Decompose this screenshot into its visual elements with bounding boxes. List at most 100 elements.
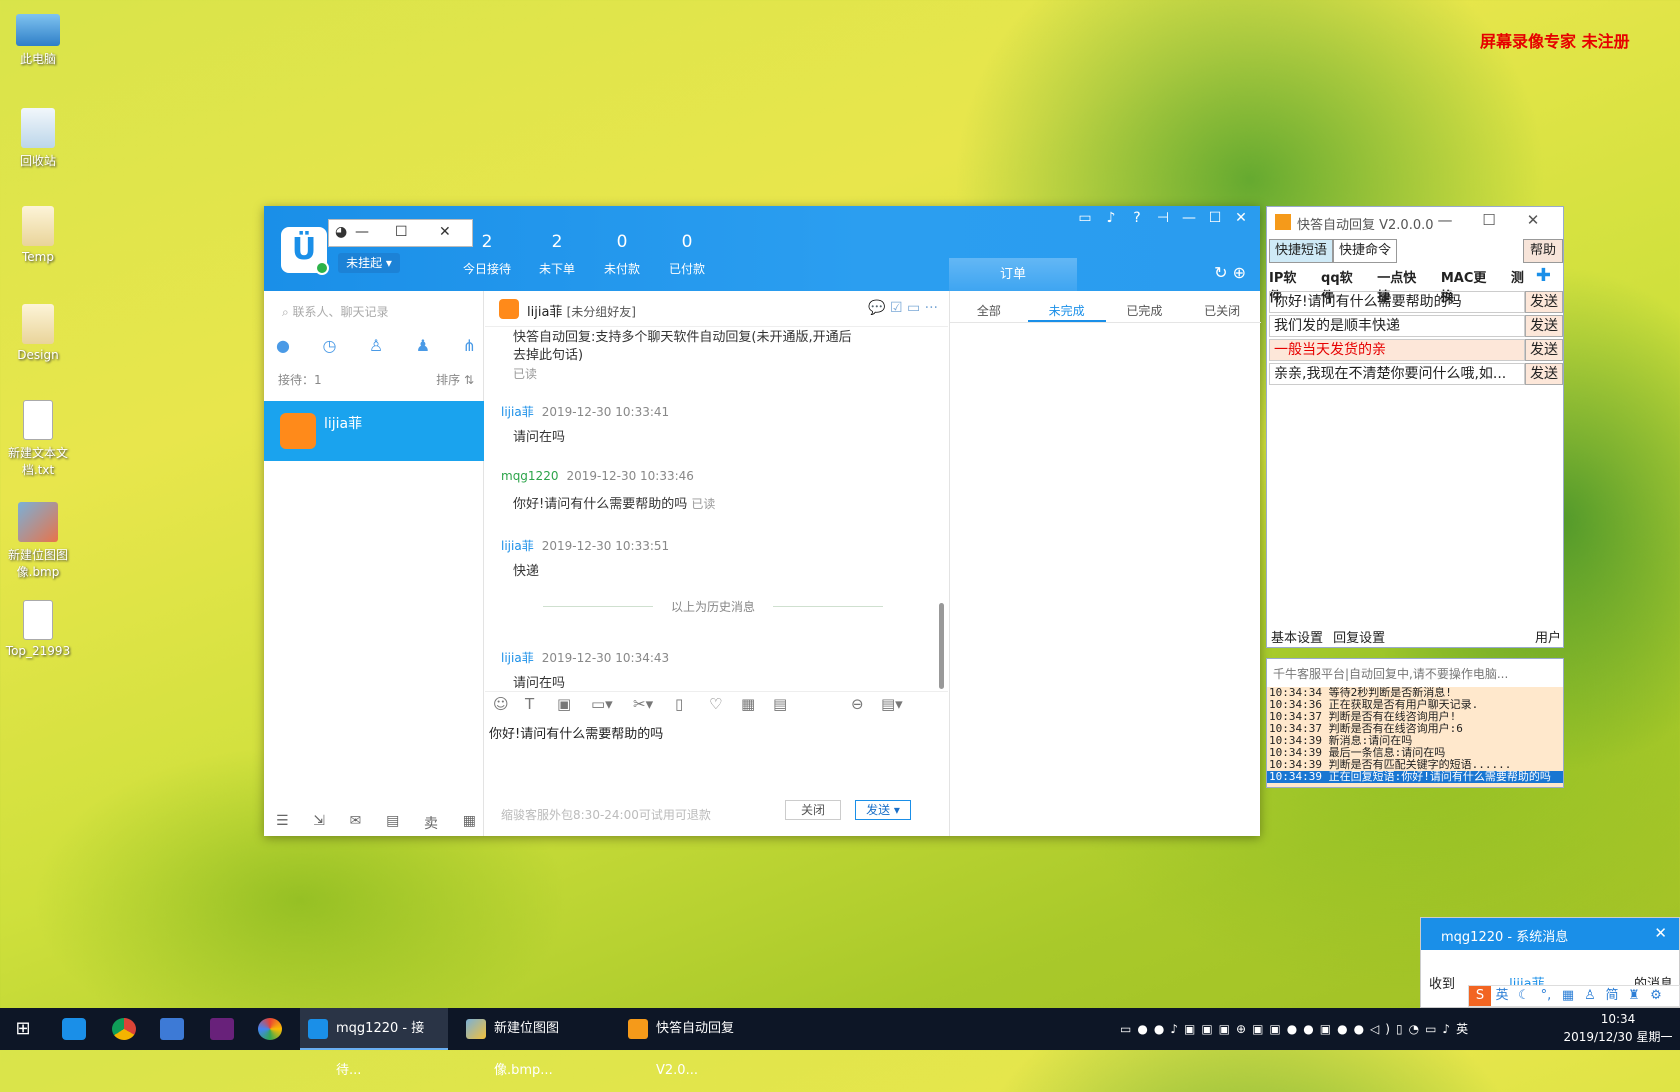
settings-icon[interactable]: ⚙ [1645, 986, 1667, 1006]
sogou-icon[interactable]: S [1469, 986, 1491, 1006]
tray-icon[interactable]: ▣ [1219, 1022, 1236, 1036]
desktop-icon-design[interactable]: Design [0, 304, 76, 362]
phrase-send-button[interactable]: 发送 [1525, 291, 1563, 313]
coupon-icon[interactable]: ▤ [773, 695, 787, 713]
quick-commands-button[interactable]: 快捷命令 [1333, 239, 1397, 263]
sell-icon[interactable]: 卖 [424, 813, 438, 833]
tray-icon[interactable]: ▣ [1252, 1022, 1269, 1036]
quick-reply-icon[interactable]: ⊖ [851, 695, 864, 713]
close-icon[interactable]: ✕ [1228, 210, 1254, 226]
tray-icon[interactable]: ♪ [1170, 1022, 1184, 1036]
tab-complete[interactable]: 已完成 [1106, 301, 1184, 322]
browser-icon[interactable] [258, 1018, 282, 1040]
tray-icon[interactable]: ▣ [1269, 1022, 1286, 1036]
tray-icon[interactable]: ▣ [1184, 1022, 1201, 1036]
heart-icon[interactable]: ♡ [709, 695, 722, 713]
tray-icon[interactable]: ▣ [1320, 1022, 1337, 1036]
menu-icon[interactable]: ☰ [276, 813, 289, 833]
maximize-icon[interactable]: ☐ [1467, 211, 1511, 229]
folder-icon[interactable]: ▭▾ [591, 695, 613, 713]
desktop-icon-top[interactable]: Top_21993 [0, 600, 76, 658]
transfer-icon[interactable]: ⇲ [313, 813, 325, 833]
user-icon[interactable]: ♙ [1579, 986, 1601, 1006]
volume-icon[interactable]: ◁) [1370, 1022, 1396, 1036]
clock-icon[interactable]: ◷ [322, 336, 336, 358]
layout-icon[interactable]: ▦ [463, 813, 476, 833]
phrase-send-button[interactable]: 发送 [1525, 339, 1563, 361]
person-icon[interactable]: ♙ [369, 336, 383, 358]
phrase-send-button[interactable]: 发送 [1525, 363, 1563, 385]
image-icon[interactable]: ▣ [557, 695, 571, 713]
sender-name[interactable]: lijia菲 [501, 405, 534, 419]
tray-icon[interactable]: ⊕ [1236, 1022, 1252, 1036]
minimize-icon[interactable]: — [355, 224, 369, 240]
help-icon[interactable]: ? [1124, 210, 1150, 226]
desktop-icon-recycle-bin[interactable]: 回收站 [0, 108, 76, 169]
phrase-text[interactable]: 我们发的是顺丰快递 [1269, 315, 1525, 337]
box-icon[interactable]: ▤ [386, 813, 399, 833]
chat-bubble-icon[interactable]: ● [276, 336, 290, 358]
sender-name[interactable]: lijia菲 [501, 651, 534, 665]
start-button[interactable]: ⊞ [0, 1008, 46, 1050]
phrase-text[interactable]: 你好!请问有什么需要帮助的吗 [1269, 291, 1525, 313]
taskbar-clock[interactable]: 10:34 2019/12/30 星期一 [1558, 1010, 1678, 1046]
taskbar-task-paint[interactable]: 新建位图图像.bmp... [458, 1008, 612, 1078]
close-button[interactable]: 关闭 [785, 800, 841, 820]
qianniu-pinned-icon[interactable] [62, 1018, 86, 1040]
ime-simplified[interactable]: 简 [1601, 986, 1623, 1006]
tray-icon[interactable]: ● [1354, 1022, 1370, 1036]
tray-icon[interactable]: ▣ [1201, 1022, 1218, 1036]
desktop-icon-temp[interactable]: Temp [0, 206, 76, 264]
org-tree-icon[interactable]: ⋔ [463, 336, 476, 358]
tab-closed[interactable]: 已关闭 [1183, 301, 1261, 322]
close-icon[interactable]: ✕ [1654, 924, 1667, 942]
add-icon[interactable]: ⊕ [1233, 263, 1246, 282]
basic-settings-button[interactable]: 基本设置 [1271, 631, 1323, 646]
message-scrollbar[interactable] [938, 327, 946, 690]
keyboard-icon[interactable]: ▦ [1557, 986, 1579, 1006]
sort-button[interactable]: 排序 ⇅ [436, 371, 474, 388]
group-icon[interactable]: ♟ [416, 336, 430, 358]
task-icon[interactable]: ☑ [890, 300, 903, 316]
tab-orders[interactable]: 订单 [949, 258, 1077, 291]
contact-search-input[interactable]: ⌕ 联系人、聊天记录 [282, 301, 472, 323]
minimize-icon[interactable]: — [1176, 210, 1202, 226]
scissors-icon[interactable]: ✂▾ [633, 695, 653, 713]
scrollbar-thumb[interactable] [939, 603, 944, 689]
add-icon[interactable]: ✚ [1536, 267, 1551, 287]
message-input[interactable]: 你好!请问有什么需要帮助的吗 [489, 723, 663, 742]
skin-icon[interactable]: ♜ [1623, 986, 1645, 1006]
inbox-icon[interactable]: ✉ [350, 813, 362, 833]
send-button[interactable]: 发送 ▾ [855, 800, 911, 820]
maximize-icon[interactable]: ☐ [1202, 210, 1228, 226]
tab-one-click[interactable]: 一点快捷 [1377, 267, 1429, 305]
close-icon[interactable]: ✕ [439, 224, 451, 240]
help-button[interactable]: 帮助 [1523, 239, 1563, 263]
speaker-icon[interactable]: ♪ [1442, 1022, 1456, 1036]
close-icon[interactable]: ✕ [1511, 211, 1555, 229]
quick-phrases-button[interactable]: 快捷短语 [1269, 239, 1333, 263]
desktop-icon-text-file[interactable]: 新建文本文档.txt [0, 400, 76, 478]
contact-item[interactable]: lijia菲 [264, 401, 484, 461]
phrase-text[interactable]: 亲亲,我现在不清楚你要问什么哦,如... [1269, 363, 1525, 385]
video-icon[interactable]: ▭ [907, 300, 920, 316]
wechat-icon[interactable]: ● [1287, 1022, 1303, 1036]
remote-desktop-icon[interactable] [160, 1018, 184, 1040]
pin-icon[interactable]: ⊣ [1150, 210, 1176, 226]
battery-icon[interactable]: ▯ [1396, 1022, 1409, 1036]
taskbar-task-qianniu[interactable]: mqg1220 - 接待... [300, 1008, 448, 1078]
stat-paid[interactable]: 0 已付款 [654, 232, 720, 277]
stat-today-received[interactable]: 2 今日接待 [454, 232, 520, 277]
history-log-icon[interactable]: ▤▾ [881, 695, 903, 713]
phrase-text[interactable]: 一般当天发货的亲 [1269, 339, 1525, 361]
tab-test[interactable]: 测 [1511, 267, 1524, 287]
ime-english[interactable]: 英 [1491, 986, 1513, 1006]
tray-icon[interactable]: ● [1137, 1022, 1153, 1036]
reply-settings-button[interactable]: 回复设置 [1333, 631, 1385, 646]
tray-icon[interactable]: ● [1303, 1022, 1319, 1036]
shake-icon[interactable]: ▯ [675, 695, 683, 713]
tab-qq-software[interactable]: qq软件 [1321, 267, 1365, 305]
taskbar-task-autoreply[interactable]: 快答自动回复 V2.0... [620, 1008, 780, 1078]
tab-mac-change[interactable]: MAC更换 [1441, 267, 1499, 305]
desktop-icon-bitmap[interactable]: 新建位图图像.bmp [0, 502, 76, 580]
